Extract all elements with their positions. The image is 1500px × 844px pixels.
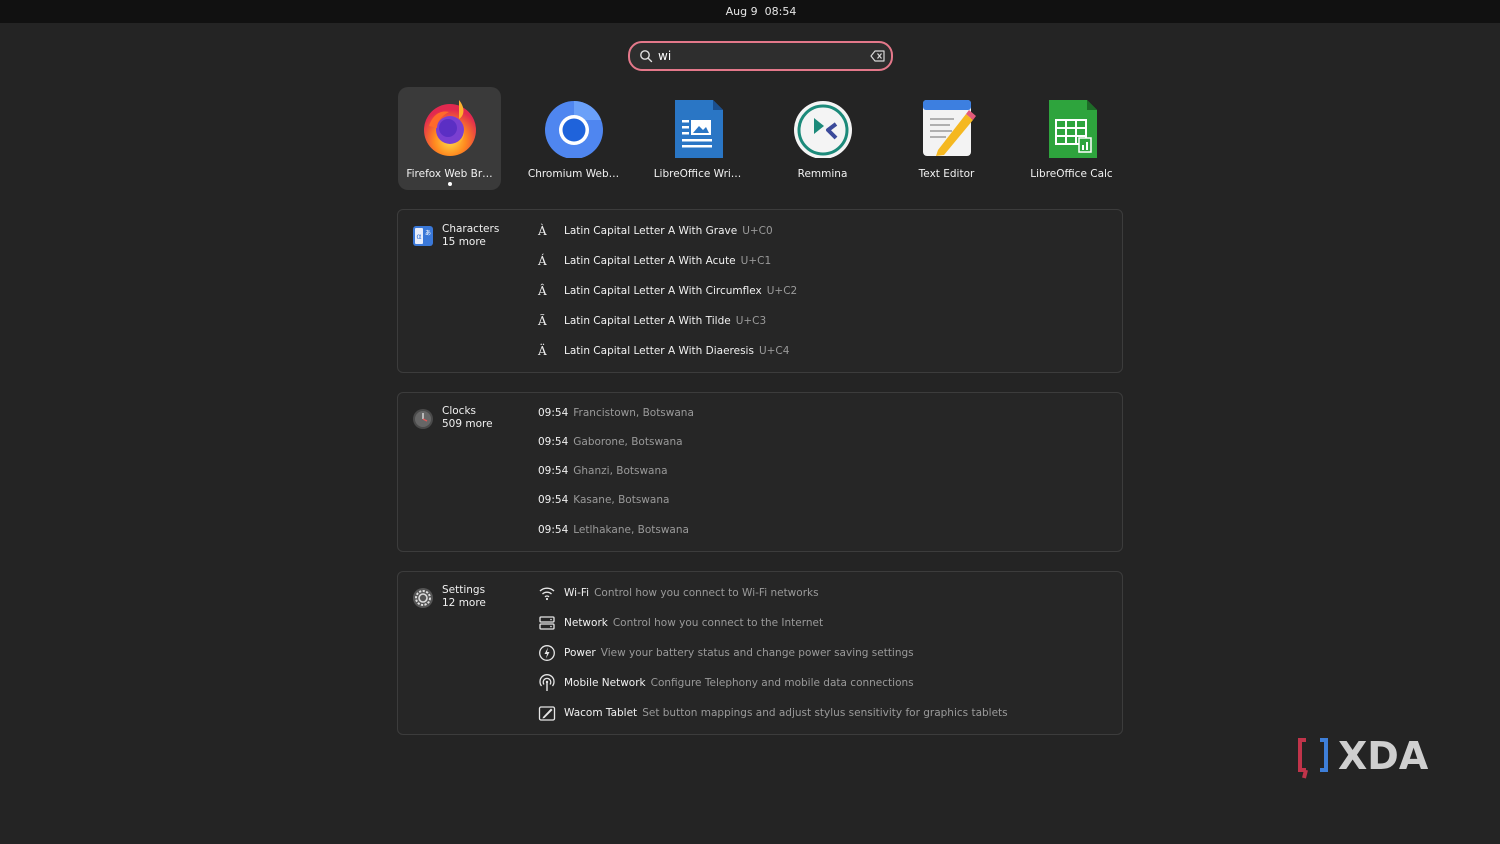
character-item[interactable]: Á Latin Capital Letter A With Acute U+C1 [538, 251, 771, 271]
clock-item[interactable]: 09:54 Francistown, Botswana [538, 403, 694, 423]
clock-place: Gaborone, Botswana [573, 436, 683, 448]
mobile-network-icon [539, 674, 555, 691]
app-label: LibreOffice Calc [1030, 168, 1113, 180]
search-bar[interactable] [628, 41, 893, 71]
date-time[interactable]: Aug 9 08:54 [726, 5, 797, 18]
libreoffice-writer-icon [675, 100, 723, 158]
running-indicator [448, 182, 452, 186]
setting-item-wifi[interactable]: Wi-Fi Control how you connect to Wi-Fi n… [538, 583, 819, 603]
app-libreoffice-writer[interactable]: LibreOffice Wri… [646, 87, 749, 190]
clock-place: Letlhakane, Botswana [573, 524, 689, 536]
character-name: Latin Capital Letter A With Diaeresis [564, 345, 754, 357]
setting-description: Configure Telephony and mobile data conn… [650, 677, 914, 689]
provider-more[interactable]: 12 more [442, 597, 486, 609]
clock-item[interactable]: 09:54 Letlhakane, Botswana [538, 520, 689, 540]
date-label: Aug 9 [725, 5, 758, 18]
top-bar: Aug 9 08:54 [0, 0, 1500, 23]
provider-name: Characters [442, 223, 500, 235]
app-label: LibreOffice Wri… [653, 168, 742, 180]
clock-time: 09:54 [538, 494, 569, 506]
clock-item[interactable]: 09:54 Kasane, Botswana [538, 490, 669, 510]
xda-logo-text: XDA [1338, 736, 1429, 778]
chromium-icon [545, 101, 603, 158]
app-label: Text Editor [918, 168, 975, 180]
svg-text:あ: あ [425, 230, 431, 237]
setting-item-network[interactable]: Network Control how you connect to the I… [538, 613, 823, 633]
wacom-tablet-icon [538, 706, 556, 721]
setting-item-mobile-network[interactable]: Mobile Network Configure Telephony and m… [538, 673, 914, 693]
character-item[interactable]: Ã Latin Capital Letter A With Tilde U+C3 [538, 311, 766, 331]
setting-description: View your battery status and change powe… [600, 647, 914, 659]
provider-more[interactable]: 509 more [442, 418, 493, 430]
app-label: Chromium Web… [527, 168, 620, 180]
setting-description: Set button mappings and adjust stylus se… [642, 707, 1008, 719]
clock-item[interactable]: 09:54 Ghanzi, Botswana [538, 461, 668, 481]
character-glyph: Ã [538, 314, 547, 328]
edit-clear-icon[interactable] [870, 49, 886, 63]
clock-place: Ghanzi, Botswana [573, 465, 668, 477]
character-code: U+C3 [735, 315, 767, 327]
power-icon [539, 645, 555, 661]
settings-results: Settings 12 more Wi-Fi Control how you c… [397, 571, 1123, 735]
setting-title: Network [564, 617, 608, 629]
settings-app-icon[interactable] [412, 587, 434, 609]
character-item[interactable]: Â Latin Capital Letter A With Circumflex… [538, 281, 797, 301]
character-glyph: Â [538, 284, 547, 298]
clocks-results: Clocks 509 more 09:54 Francistown, Botsw… [397, 392, 1123, 552]
setting-description: Control how you connect to the Internet [612, 617, 824, 629]
libreoffice-calc-icon [1049, 100, 1097, 158]
xda-logo: XDA [1298, 736, 1429, 779]
clock-time: 09:54 [538, 407, 569, 419]
app-libreoffice-calc[interactable]: LibreOffice Calc [1020, 87, 1123, 190]
character-item[interactable]: À Latin Capital Letter A With Grave U+C0 [538, 221, 773, 241]
character-code: U+C0 [742, 225, 773, 237]
app-label: Firefox Web Br… [406, 168, 493, 180]
setting-item-wacom-tablet[interactable]: Wacom Tablet Set button mappings and adj… [538, 703, 1008, 723]
app-label: Remmina [797, 168, 848, 180]
character-code: U+C4 [758, 345, 790, 357]
character-name: Latin Capital Letter A With Grave [564, 225, 738, 237]
clock-place: Kasane, Botswana [573, 494, 670, 506]
character-name: Latin Capital Letter A With Acute [564, 255, 736, 267]
character-code: U+C1 [740, 255, 772, 267]
setting-title: Power [564, 647, 596, 659]
character-item[interactable]: Ä Latin Capital Letter A With Diaeresis … [538, 341, 789, 361]
provider-name: Settings [442, 584, 486, 596]
app-firefox[interactable]: Firefox Web Br… [398, 87, 501, 190]
character-glyph: À [538, 224, 547, 238]
clocks-app-icon[interactable] [412, 408, 434, 430]
setting-title: Wi-Fi [564, 587, 590, 599]
provider-name: Clocks [442, 405, 476, 417]
character-code: U+C2 [766, 285, 798, 297]
character-name: Latin Capital Letter A With Circumflex [564, 285, 762, 297]
setting-title: Wacom Tablet [564, 707, 638, 719]
svg-text:α: α [416, 232, 421, 241]
clock-place: Francistown, Botswana [573, 407, 694, 419]
character-glyph: Á [538, 254, 547, 268]
setting-title: Mobile Network [564, 677, 646, 689]
character-name: Latin Capital Letter A With Tilde [564, 315, 731, 327]
provider-more[interactable]: 15 more [442, 236, 486, 248]
characters-app-icon[interactable]: α あ [412, 225, 434, 247]
app-remmina[interactable]: Remmina [771, 87, 874, 190]
characters-results: α あ Characters 15 more À Latin Capital L… [397, 209, 1123, 373]
network-icon [539, 616, 555, 630]
app-text-editor[interactable]: Text Editor [895, 87, 998, 190]
clock-time: 09:54 [538, 465, 569, 477]
clock-time: 09:54 [538, 524, 569, 536]
wifi-icon [539, 587, 555, 601]
firefox-icon [424, 100, 476, 156]
app-results: Firefox Web Br… Chromium Web… LibreOffic… [398, 87, 1126, 190]
clock-item[interactable]: 09:54 Gaborone, Botswana [538, 432, 683, 452]
search-icon [640, 50, 653, 63]
setting-item-power[interactable]: Power View your battery status and chang… [538, 643, 914, 663]
text-editor-icon [923, 100, 976, 156]
remmina-icon [794, 101, 852, 158]
app-chromium[interactable]: Chromium Web… [522, 87, 625, 190]
time-label: 08:54 [764, 5, 797, 18]
search-input[interactable] [658, 46, 858, 66]
clock-time: 09:54 [538, 436, 569, 448]
character-glyph: Ä [538, 344, 547, 358]
setting-description: Control how you connect to Wi-Fi network… [594, 587, 819, 599]
